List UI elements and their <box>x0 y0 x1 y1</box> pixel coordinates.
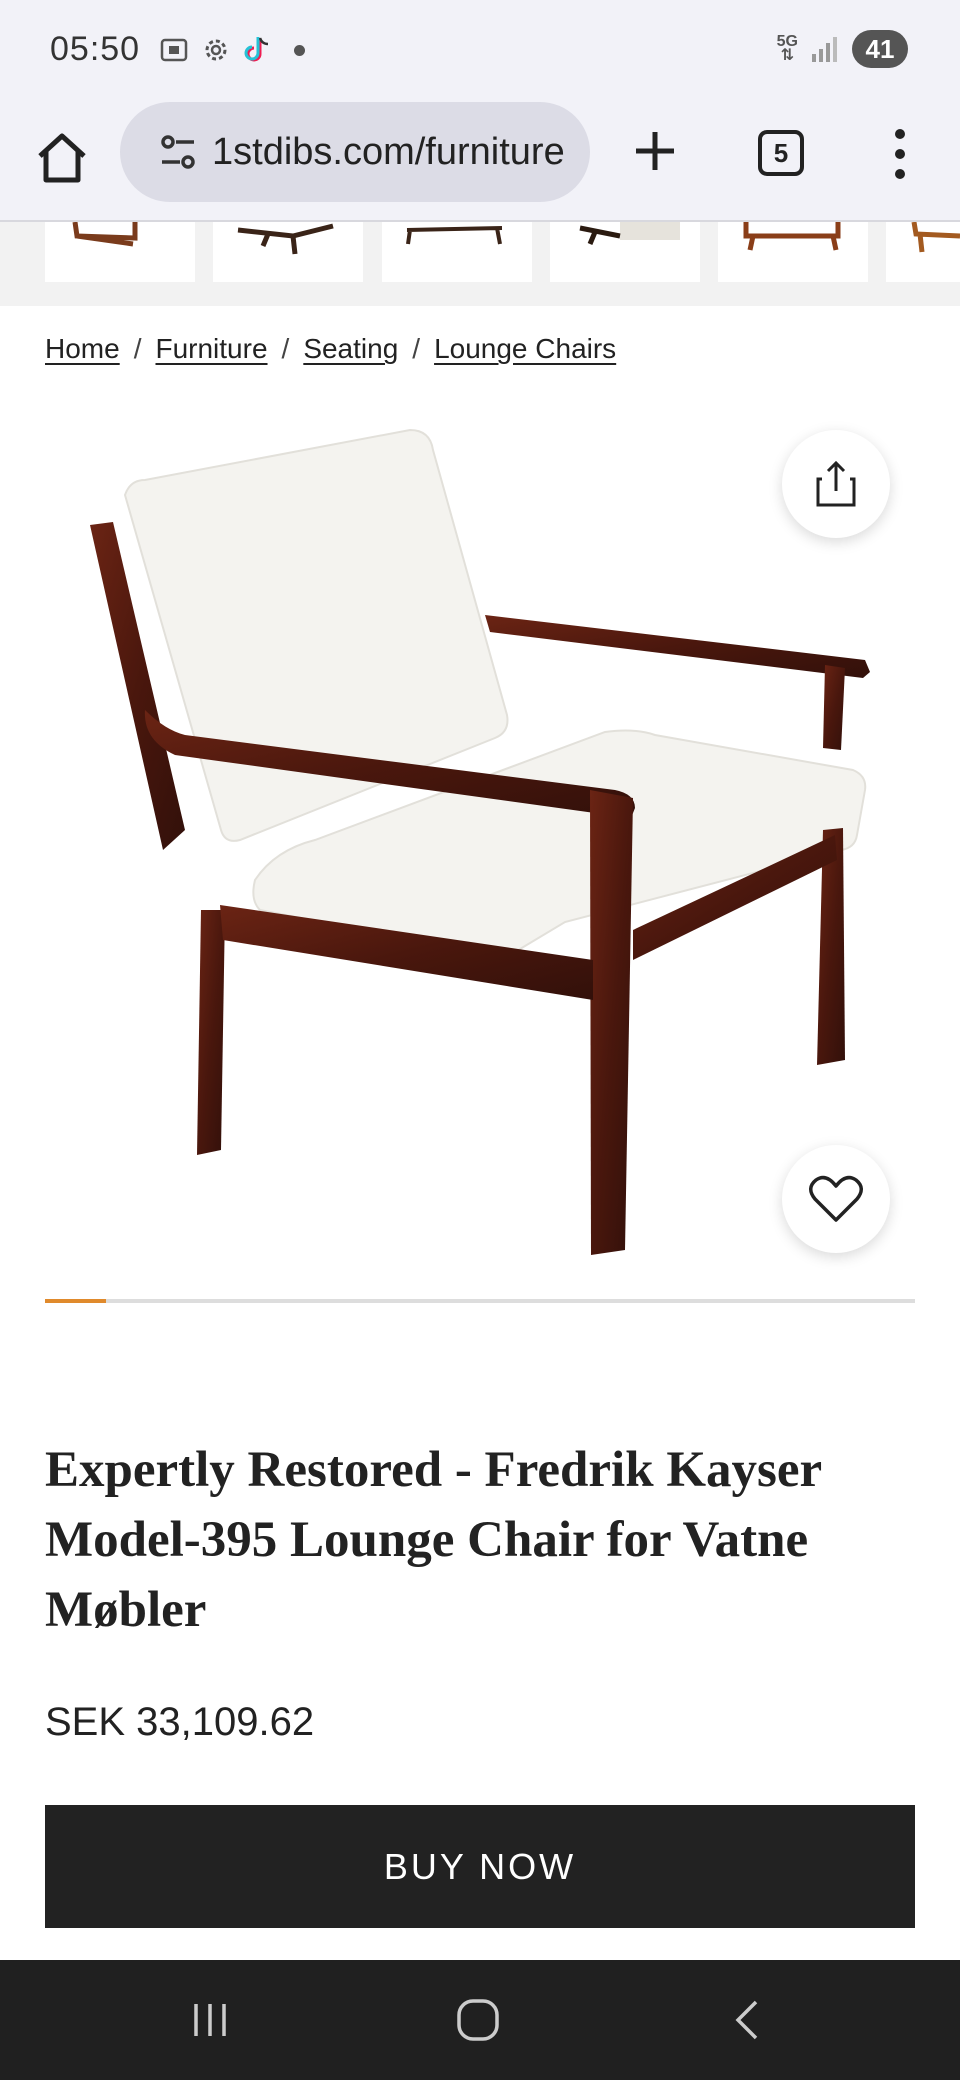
notification-dot-icon <box>294 44 305 56</box>
url-text: 1stdibs.com/furniture <box>212 130 565 173</box>
breadcrumb-furniture[interactable]: Furniture <box>155 333 267 365</box>
favorite-button[interactable] <box>782 1145 890 1253</box>
related-item-thumbnail[interactable] <box>886 222 960 282</box>
signal-icon <box>812 37 837 62</box>
home-icon[interactable] <box>30 126 94 190</box>
share-icon <box>816 460 856 507</box>
tiktok-icon <box>244 37 269 62</box>
system-nav-bar <box>0 1960 960 2080</box>
home-nav-button[interactable] <box>448 1990 508 2050</box>
gallery-progress-fill <box>45 1299 106 1303</box>
heart-icon <box>809 1175 863 1222</box>
breadcrumb-separator: / <box>412 333 421 364</box>
gallery-progress-track <box>45 1299 915 1303</box>
network-5g-icon: 5G ⇅ <box>776 33 798 64</box>
related-item-thumbnail[interactable] <box>382 222 532 282</box>
back-chevron-icon <box>735 2000 758 2040</box>
buy-now-button[interactable]: BUY NOW <box>45 1805 915 1928</box>
product-image[interactable] <box>45 410 915 1270</box>
screenshot-icon <box>160 38 188 62</box>
related-item-thumbnail[interactable] <box>550 222 700 282</box>
new-tab-plus-icon[interactable] <box>630 126 680 176</box>
status-notification-icons <box>158 34 305 66</box>
breadcrumb: Home / Furniture / Seating / Lounge Chai… <box>45 333 616 365</box>
related-item-thumbnail[interactable] <box>213 222 363 282</box>
product-price: SEK 33,109.62 <box>45 1700 315 1744</box>
more-menu-icon[interactable] <box>880 124 920 184</box>
battery-indicator: 41 <box>852 30 908 68</box>
status-time: 05:50 <box>50 30 141 68</box>
settings-gear-icon <box>205 39 227 61</box>
status-system-icons: 5G ⇅ 41 <box>777 30 908 68</box>
tab-count: 5 <box>773 137 789 168</box>
status-bar: 05:50 5G ⇅ 41 <box>0 0 960 100</box>
related-item-thumbnail[interactable] <box>45 222 195 282</box>
breadcrumb-seating[interactable]: Seating <box>303 333 398 365</box>
recent-apps-button[interactable] <box>180 1990 240 2050</box>
recent-apps-icon <box>194 2004 226 2036</box>
breadcrumb-separator: / <box>281 333 290 364</box>
breadcrumb-home[interactable]: Home <box>45 333 120 365</box>
home-circle-icon <box>457 1999 499 2041</box>
address-bar[interactable]: 1stdibs.com/furniture <box>120 102 590 202</box>
share-button[interactable] <box>782 430 890 538</box>
related-item-thumbnail[interactable] <box>718 222 868 282</box>
breadcrumb-separator: / <box>133 333 142 364</box>
site-settings-icon[interactable] <box>156 130 200 174</box>
network-label: 5G <box>776 33 798 50</box>
tab-switcher-icon[interactable]: 5 <box>758 130 804 176</box>
browser-toolbar: 1stdibs.com/furniture 5 <box>0 100 960 222</box>
product-title: Expertly Restored - Fredrik Kayser Model… <box>45 1442 822 1638</box>
back-nav-button[interactable] <box>718 1990 778 2050</box>
related-items-strip <box>0 222 960 306</box>
breadcrumb-lounge-chairs[interactable]: Lounge Chairs <box>434 333 616 365</box>
